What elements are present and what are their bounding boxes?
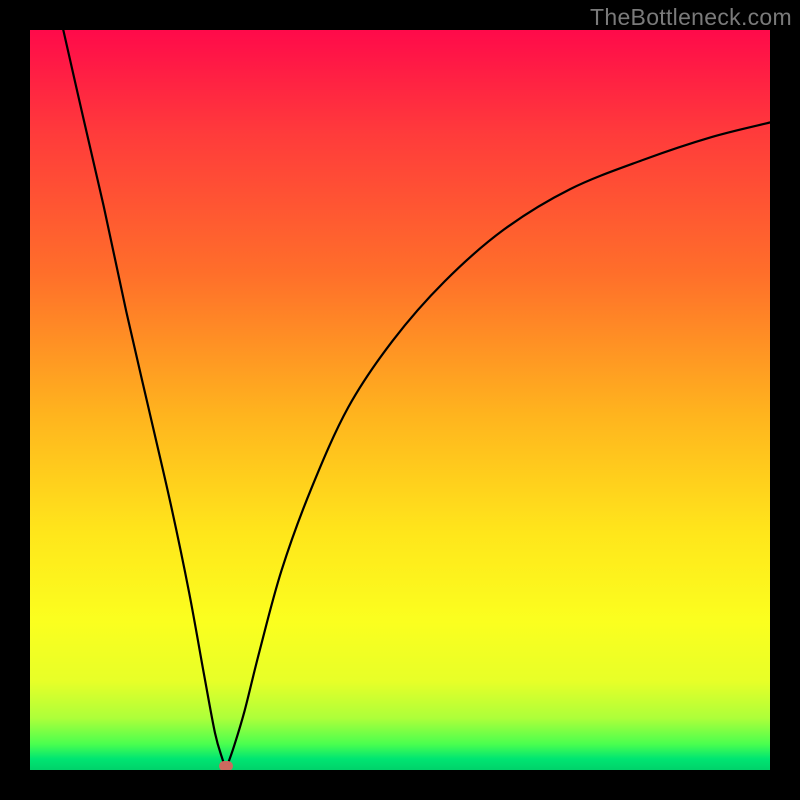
chart-frame: TheBottleneck.com <box>0 0 800 800</box>
minimum-marker <box>219 761 233 770</box>
watermark-text: TheBottleneck.com <box>590 4 792 31</box>
plot-area <box>30 30 770 770</box>
bottleneck-curve <box>30 30 770 770</box>
